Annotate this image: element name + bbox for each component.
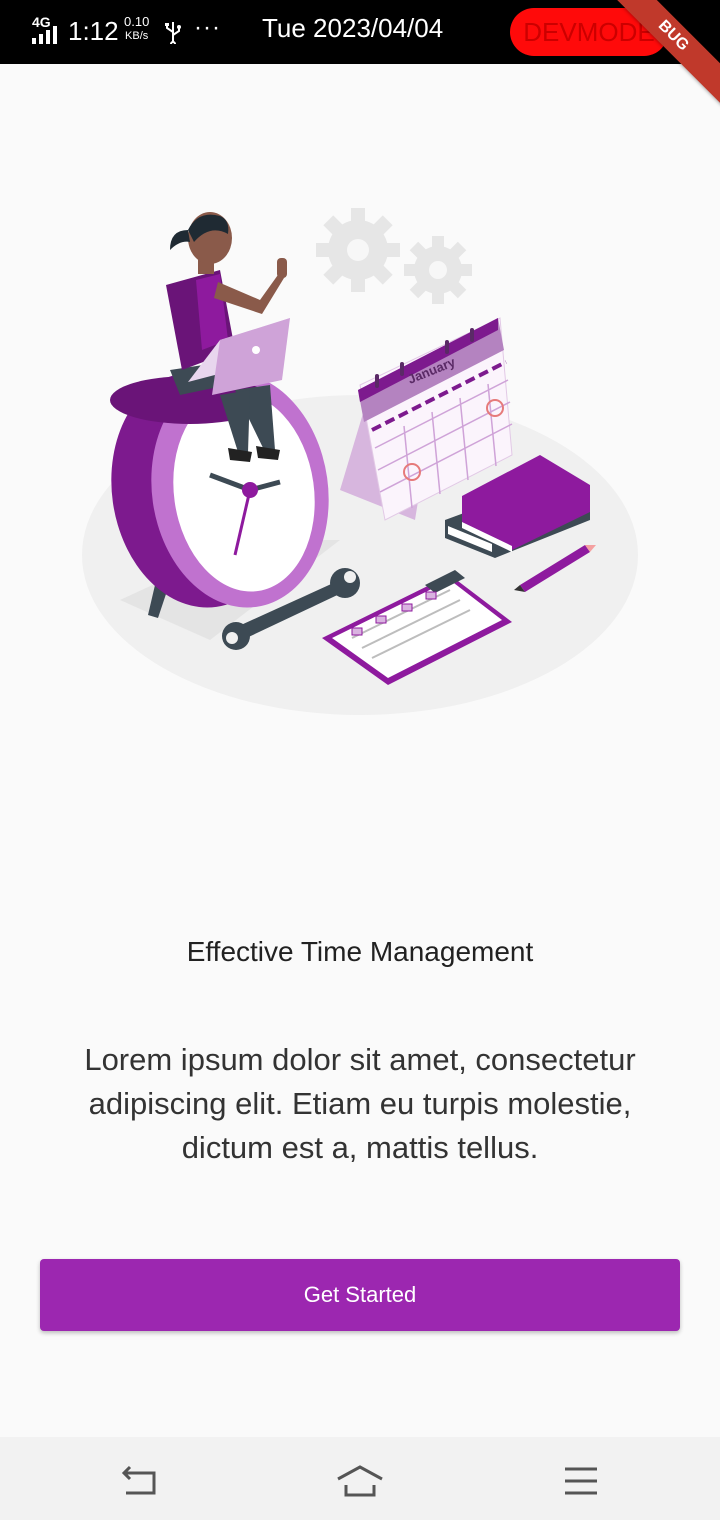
usb-icon <box>165 22 181 44</box>
speed-value: 0.10 <box>124 14 150 29</box>
back-icon[interactable] <box>116 1463 164 1499</box>
time-management-illustration: January <box>82 208 638 715</box>
onboarding-description: Lorem ipsum dolor sit amet, consectetur … <box>84 1042 636 1165</box>
onboarding-title: Effective Time Management <box>186 936 534 967</box>
home-icon[interactable] <box>336 1463 384 1499</box>
system-nav-bar <box>0 1437 720 1520</box>
status-time: 1:12 <box>68 16 119 46</box>
network-speed: 0.10 KB/s <box>124 15 149 43</box>
get-started-button[interactable]: Get Started <box>40 1259 680 1331</box>
more-notifications-icon: ··· <box>194 14 221 41</box>
status-bar: 4G 1:12 0.10 KB/s ··· Tue 2023/04/04 DEV… <box>0 0 720 107</box>
gear-small-icon <box>404 236 472 304</box>
status-date: Tue 2023/04/04 <box>262 13 444 43</box>
gear-icon <box>316 208 400 292</box>
network-type: 4G <box>32 14 51 30</box>
speed-unit: KB/s <box>125 30 149 42</box>
menu-icon[interactable] <box>557 1463 605 1499</box>
